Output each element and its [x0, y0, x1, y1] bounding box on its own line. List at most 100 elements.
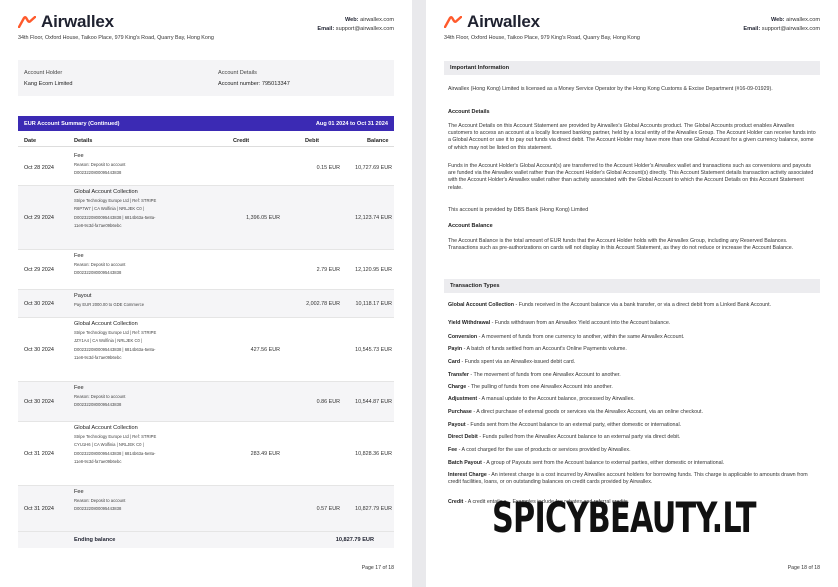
company-address: 34th Floor, Oxford House, Taikoo Place, …	[18, 35, 214, 41]
row-detail-line: Stripe Technology Europe Ltd | Ref: STRI…	[74, 329, 157, 335]
transaction-type-description: - Funds pulled from the Airwallex Accoun…	[477, 434, 681, 440]
row-credit: 1,396.05 EUR	[246, 215, 280, 221]
row-detail-line: D0023220800095443838 | 6814b63a-5e8a-	[74, 450, 156, 456]
row-type: Payout	[74, 293, 92, 299]
airwallex-logo-icon	[444, 16, 462, 28]
row-balance: 10,827.79 EUR	[355, 506, 392, 512]
table-row: Oct 30 2024 Global Account Collection Stri…	[18, 318, 394, 382]
row-details: Fee Reason: Deposit to account D0023220800…	[74, 384, 219, 410]
account-details-paragraph-1: The Account Details on this Account Stat…	[448, 123, 816, 151]
web-link[interactable]: airwallex.com	[360, 17, 394, 23]
table-row: Oct 30 2024 Payout Pay EUR 2000.00 to GDE …	[18, 290, 394, 318]
summary-title: EUR Account Summary (Continued)	[24, 120, 120, 127]
row-date: Oct 31 2024	[24, 451, 54, 457]
transaction-type-description: - Funds withdrawn from an Airwallex Yiel…	[490, 320, 671, 326]
page-number: Page 18 of 18	[787, 565, 820, 571]
account-details-paragraph-2: Funds in the Account Holder's Global Acc…	[448, 163, 814, 191]
row-balance: 10,118.17 EUR	[355, 301, 392, 307]
transaction-type-item: Yield Withdrawal - Funds withdrawn from …	[448, 320, 818, 327]
company-address: 34th Floor, Oxford House, Taikoo Place, …	[444, 35, 640, 41]
contact-info: Web: airwallex.com Email: support@airwal…	[743, 16, 820, 34]
transaction-type-term: Card	[448, 359, 461, 365]
transaction-type-description: - Funds received in the Account balance …	[514, 302, 772, 308]
transaction-type-item: Card - Funds spent via an Airwallex-issu…	[448, 359, 818, 366]
transaction-type-item: Purchase - A direct purchase of external…	[448, 409, 818, 416]
summary-header-bar: EUR Account Summary (Continued) Aug 01 2…	[18, 116, 394, 131]
transaction-types-header: Transaction Types	[444, 279, 820, 293]
airwallex-logo: Airwallex	[18, 12, 114, 32]
transaction-type-term: Charge	[448, 384, 467, 390]
transaction-type-term: Interest Charge	[448, 472, 487, 478]
web-label: Web:	[770, 17, 785, 23]
transaction-type-description: - A group of Payouts sent from the Accou…	[481, 460, 725, 466]
row-balance: 10,727.69 EUR	[355, 165, 392, 171]
row-type: Global Account Collection	[74, 425, 138, 431]
transaction-type-item: Payin - A batch of funds settled from an…	[448, 346, 818, 353]
transaction-type-description: - The movement of funds from one Airwall…	[468, 372, 621, 378]
row-details: Payout Pay EUR 2000.00 to GDE Commerce	[74, 292, 219, 309]
account-details-heading: Account Details	[448, 109, 490, 115]
summary-period: Aug 01 2024 to Oct 31 2024	[315, 120, 388, 127]
transaction-type-term: Payout	[448, 422, 466, 428]
row-detail-line: Stripe Technology Europe Ltd | Ref: STRI…	[74, 433, 157, 439]
transaction-type-description: - An interest charge is a cost incurred …	[448, 472, 808, 486]
row-type: Fee	[74, 253, 84, 259]
airwallex-logo-icon	[18, 16, 36, 28]
row-details: Global Account Collection Stripe Technolo…	[74, 424, 219, 467]
transaction-type-term: Yield Withdrawal	[448, 320, 491, 326]
row-balance: 12,120.95 EUR	[355, 267, 392, 273]
row-detail-line: 11e8-9c3d-fa7ae09b6ebc	[74, 459, 122, 465]
transaction-type-item: Transfer - The movement of funds from on…	[448, 372, 818, 379]
row-type: Fee	[74, 153, 84, 159]
col-balance: Balance	[367, 138, 389, 144]
row-detail-line: Reason: Deposit to account	[74, 393, 126, 399]
ending-balance-row: Ending balance 10,827.79 EUR	[18, 532, 394, 548]
transaction-type-term: Fee	[448, 447, 458, 453]
transaction-type-description: - A batch of funds settled from an Accou…	[462, 346, 627, 352]
transaction-type-term: Conversion	[448, 334, 478, 340]
row-detail-line: Pay EUR 2000.00 to GDE Commerce	[74, 301, 145, 307]
row-detail-line: D0023220800095443838 | 6814b63a-5e8a-	[74, 214, 156, 220]
airwallex-logo: Airwallex	[444, 12, 540, 32]
license-paragraph: Airwallex (Hong Kong) Limited is license…	[448, 86, 773, 92]
transaction-type-term: Transfer	[448, 372, 469, 378]
table-row: Oct 29 2024 Fee Reason: Deposit to account…	[18, 250, 394, 290]
row-type: Global Account Collection	[74, 189, 138, 195]
row-date: Oct 29 2024	[24, 215, 54, 221]
web-link[interactable]: airwallex.com	[786, 17, 820, 23]
account-balance-heading: Account Balance	[448, 223, 493, 229]
col-date: Date	[24, 138, 37, 144]
table-row: Oct 28 2024 Fee Reason: Deposit to account…	[18, 150, 394, 186]
row-detail-line: CYU1H6 | CA Wolfinia | NRLJEK C0 |	[74, 442, 144, 448]
row-details: Global Account Collection Stripe Technolo…	[74, 320, 219, 363]
transaction-type-description: - Funds sent from the Account balance to…	[465, 422, 682, 428]
email-link[interactable]: support@airwallex.com	[336, 26, 394, 32]
watermark-text: SPICYBEAUTY.LT	[492, 493, 757, 542]
row-details: Global Account Collection Stripe Technolo…	[74, 188, 219, 231]
row-detail-line: 11e8-9c3d-fa7ae09b6ebc	[74, 223, 122, 229]
col-credit: Credit	[233, 138, 250, 144]
transaction-type-term: Adjustment	[448, 396, 478, 402]
transaction-type-term: Credit	[448, 499, 464, 505]
email-link[interactable]: support@airwallex.com	[762, 26, 820, 32]
row-detail-line: D0023220800095443838	[74, 170, 122, 176]
transaction-type-term: Direct Debit	[448, 434, 478, 440]
transaction-type-item: Direct Debit - Funds pulled from the Air…	[448, 434, 818, 441]
row-date: Oct 30 2024	[24, 399, 54, 405]
row-date: Oct 30 2024	[24, 347, 54, 353]
row-details: Fee Reason: Deposit to account D0023220800…	[74, 152, 219, 178]
table-row: Oct 30 2024 Fee Reason: Deposit to account…	[18, 382, 394, 422]
account-number: Account number: 795013347	[218, 81, 290, 87]
table-row: Oct 31 2024 Global Account Collection Stri…	[18, 422, 394, 486]
transaction-type-item: Batch Payout - A group of Payouts sent f…	[448, 460, 818, 467]
row-detail-line: JZY1A4 | CA Wolfinia | NRLJEK C0 |	[74, 338, 143, 344]
row-detail-line: D0023220800095443838	[74, 506, 122, 512]
page-number: Page 17 of 18	[361, 565, 394, 571]
row-detail-line: Reason: Deposit to account	[74, 261, 126, 267]
row-type: Global Account Collection	[74, 321, 138, 327]
table-row: Oct 29 2024 Global Account Collection Stri…	[18, 186, 394, 250]
transaction-type-description: - A cost charged for the use of products…	[457, 447, 631, 453]
transaction-type-item: Conversion - A movement of funds from on…	[448, 334, 818, 341]
web-label: Web:	[344, 17, 359, 23]
row-detail-line: Stripe Technology Europe Ltd | Ref: STRI…	[74, 197, 157, 203]
